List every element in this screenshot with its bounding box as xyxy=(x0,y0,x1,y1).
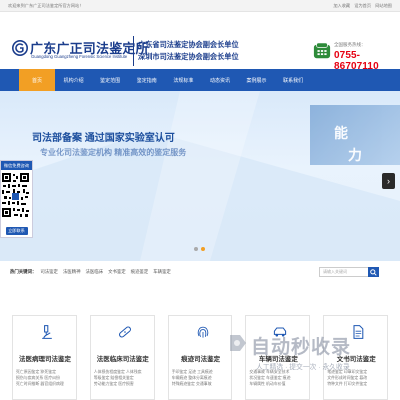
qr-consult-widget: 微信免费咨询 立即联系 xyxy=(0,160,33,238)
nav-item-contact[interactable]: 联系我们 xyxy=(275,69,311,91)
logo-english-name: Guangdong Guangzheng Forensic Science In… xyxy=(31,54,128,59)
nav-item-about[interactable]: 机构介绍 xyxy=(56,69,92,91)
sitemap-link[interactable]: 网站地图 xyxy=(375,3,392,8)
banner-overlay-char-2: 力 xyxy=(348,147,362,163)
search-input[interactable]: 请输入关键词 xyxy=(319,267,379,277)
welcome-text: 欢迎来到广东广正司法鉴定所官方网站！ xyxy=(8,2,84,8)
association-line-1: 广东省司法鉴定协会副会长单位 xyxy=(138,40,239,49)
card-description: 死亡原因鉴定 猝死鉴定 损伤与疾病关系 医疗纠纷 死亡时间推断 器官组织病理 xyxy=(16,369,76,388)
hot-keywords-bar: 热门关键词： 司法鉴定 法医精神 法医临床 文书鉴定 痕迹鉴定 车辆鉴定 请输入… xyxy=(10,265,390,279)
service-card-vehicle[interactable]: 车辆司法鉴定 交通事故 车辆安全技术 状况鉴定 车速鉴定 痕迹 车辆属性 机动车… xyxy=(245,315,311,400)
add-favorite-link[interactable]: 加入收藏 xyxy=(333,3,350,8)
phone-icon xyxy=(313,42,331,59)
nav-item-scope[interactable]: 鉴定范围 xyxy=(92,69,128,91)
card-desc-line: 劳动能力鉴定 医疗损害 xyxy=(93,381,134,387)
service-card-trace[interactable]: 痕迹司法鉴定 手印鉴定 足迹 工具痕迹 车辆痕迹 整体分离痕迹 特殊痕迹鉴定 交… xyxy=(167,315,233,400)
card-title: 痕迹司法鉴定 xyxy=(181,356,221,363)
search-icon xyxy=(370,268,377,276)
service-card-clinical[interactable]: 法医临床司法鉴定 人体损伤程度鉴定 人体残疾 等级鉴定 赔偿相关鉴定 劳动能力鉴… xyxy=(89,315,155,400)
document-icon xyxy=(353,325,364,339)
top-links: 加入收藏 设为首页 网站地图 xyxy=(330,3,392,9)
car-icon xyxy=(274,327,287,337)
association-titles: 广东省司法鉴定协会副会长单位 深圳市司法鉴定协会副会长单位 xyxy=(138,39,239,63)
keyword-link[interactable]: 法医临床 xyxy=(86,269,104,275)
hotline-label: 全国服务热线： xyxy=(334,42,366,47)
banner-next-button[interactable]: › xyxy=(382,173,395,189)
search-button[interactable] xyxy=(368,267,379,277)
banner-overlay-char-1: 能 xyxy=(334,125,348,141)
qr-contact-button[interactable]: 立即联系 xyxy=(5,227,28,235)
card-description: 交通事故 车辆安全技术 状况鉴定 车速鉴定 痕迹 车辆属性 机动车价值 xyxy=(249,369,309,388)
card-desc-line: 车辆属性 机动车价值 xyxy=(249,381,286,387)
card-desc-line: 特殊痕迹鉴定 交通事故 xyxy=(171,381,212,387)
microscope-icon xyxy=(42,325,52,339)
card-description: 手印鉴定 足迹 工具痕迹 车辆痕迹 整体分离痕迹 特殊痕迹鉴定 交通事故 xyxy=(172,369,232,388)
site-header: 广东广正司法鉴定所 Guangdong Guangzheng Forensic … xyxy=(0,12,400,72)
nav-item-guide[interactable]: 鉴定指南 xyxy=(129,69,165,91)
hero-banner: 能 力 司法部备案 通过国家实验室认可 专业化司法鉴定机构 精准高效的鉴定服务 … xyxy=(0,91,400,261)
banner-glass-panel: 能 力 xyxy=(310,105,400,165)
header-divider xyxy=(133,36,134,66)
banner-dot-active[interactable] xyxy=(201,247,205,251)
keyword-link[interactable]: 司法鉴定 xyxy=(40,269,58,275)
card-title: 法医临床司法鉴定 xyxy=(96,356,149,363)
keyword-link[interactable]: 车辆鉴定 xyxy=(153,269,171,275)
main-nav: 首页 机构介绍 鉴定范围 鉴定指南 法规标准 动态资讯 案例展示 联系我们 xyxy=(0,69,400,91)
banner-subline: 专业化司法鉴定机构 精准高效的鉴定服务 xyxy=(40,148,187,157)
card-title: 车辆司法鉴定 xyxy=(258,356,298,363)
association-line-2: 深圳市司法鉴定协会副会长单位 xyxy=(138,52,239,61)
card-title: 法医病理司法鉴定 xyxy=(19,356,71,363)
nav-item-regulations[interactable]: 法规标准 xyxy=(165,69,201,91)
card-desc-line: 特种文件 打印文件鉴定 xyxy=(327,381,368,387)
logo-icon[interactable] xyxy=(12,40,28,56)
service-card-pathology[interactable]: 法医病理司法鉴定 死亡原因鉴定 猝死鉴定 损伤与疾病关系 医疗纠纷 死亡时间推断… xyxy=(12,315,77,400)
service-card-document[interactable]: 文书司法鉴定 笔迹鉴定 印章印文鉴定 文件形成时间鉴定 篡改 特种文件 打印文件… xyxy=(323,315,388,400)
banner-headline: 司法部备案 通过国家实验室认可 xyxy=(32,133,175,144)
set-homepage-link[interactable]: 设为首页 xyxy=(354,3,371,8)
fingerprint-icon xyxy=(197,326,208,338)
nav-item-home[interactable]: 首页 xyxy=(19,69,55,91)
qr-code-icon xyxy=(1,172,30,218)
card-title: 文书司法鉴定 xyxy=(336,356,376,363)
search-placeholder: 请输入关键词 xyxy=(323,269,347,274)
keyword-link[interactable]: 痕迹鉴定 xyxy=(131,269,149,275)
bandage-icon xyxy=(118,326,131,338)
nav-item-cases[interactable]: 案例展示 xyxy=(239,69,275,91)
top-bar: 欢迎来到广东广正司法鉴定所官方网站！ 加入收藏 设为首页 网站地图 xyxy=(0,0,400,12)
service-cards: 法医病理司法鉴定 死亡原因鉴定 猝死鉴定 损伤与疾病关系 医疗纠纷 死亡时间推断… xyxy=(12,315,388,400)
hot-keywords-label: 热门关键词： xyxy=(10,269,37,274)
banner-pagination xyxy=(194,247,208,251)
card-description: 人体损伤程度鉴定 人体残疾 等级鉴定 赔偿相关鉴定 劳动能力鉴定 医疗损害 xyxy=(94,369,154,388)
keyword-link[interactable]: 文书鉴定 xyxy=(108,269,126,275)
nav-item-news[interactable]: 动态资讯 xyxy=(202,69,238,91)
card-description: 笔迹鉴定 印章印文鉴定 文件形成时间鉴定 篡改 特种文件 打印文件鉴定 xyxy=(327,369,387,388)
card-desc-line: 死亡时间推断 器官组织病理 xyxy=(16,381,64,387)
banner-dot[interactable] xyxy=(194,247,198,251)
keyword-link[interactable]: 法医精神 xyxy=(63,269,81,275)
qr-title: 微信免费咨询 xyxy=(1,161,32,170)
